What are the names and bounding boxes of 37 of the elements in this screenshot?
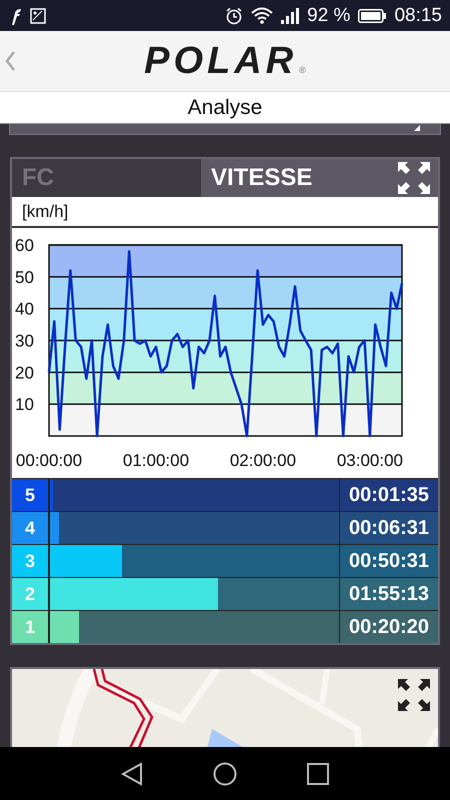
- clock: 08:15: [394, 4, 442, 26]
- expand-icon[interactable]: [398, 679, 430, 711]
- zone-number: 4: [12, 512, 50, 544]
- x-tick-label: 01:00:00: [122, 451, 190, 470]
- unit-label: [km/h]: [12, 197, 438, 228]
- x-tick-label: 00:00:00: [16, 451, 82, 470]
- wifi-icon: [251, 7, 274, 24]
- recents-icon[interactable]: [307, 762, 329, 784]
- y-tick-label: 60: [15, 236, 34, 255]
- x-tick-label: 02:00:00: [230, 451, 296, 470]
- signal-icon: [281, 8, 300, 24]
- corner-icon: [414, 125, 420, 131]
- zone-number: 5: [12, 479, 50, 511]
- alarm-icon: [225, 6, 244, 24]
- battery-percent: 92 %: [307, 4, 350, 26]
- zone-time: 00:01:35: [348, 482, 430, 508]
- zone-time: 00:50:31: [348, 548, 430, 574]
- expand-icon[interactable]: [398, 162, 430, 194]
- battery-icon: [358, 8, 386, 22]
- page-title: Analyse: [0, 92, 450, 124]
- y-tick-label: 20: [15, 363, 34, 382]
- zone-time: 00:06:31: [348, 516, 430, 540]
- logo: POLAR: [144, 40, 298, 82]
- y-tick-label: 30: [15, 332, 34, 350]
- zone-number: 1: [12, 611, 50, 643]
- zone-time: 00:20:20: [348, 614, 430, 640]
- image-icon: [30, 8, 46, 24]
- y-tick-label: 50: [15, 268, 34, 287]
- zone-number: 2: [12, 578, 50, 610]
- registered-mark: ®: [299, 65, 306, 75]
- y-tick-label: 10: [15, 395, 34, 414]
- zone-number: 3: [12, 545, 50, 577]
- home-icon[interactable]: [213, 762, 237, 786]
- zone-time: 01:55:13: [348, 582, 430, 606]
- back-icon[interactable]: [121, 762, 143, 786]
- x-tick-label: 03:00:00: [336, 451, 403, 470]
- y-tick-label: 40: [15, 300, 34, 319]
